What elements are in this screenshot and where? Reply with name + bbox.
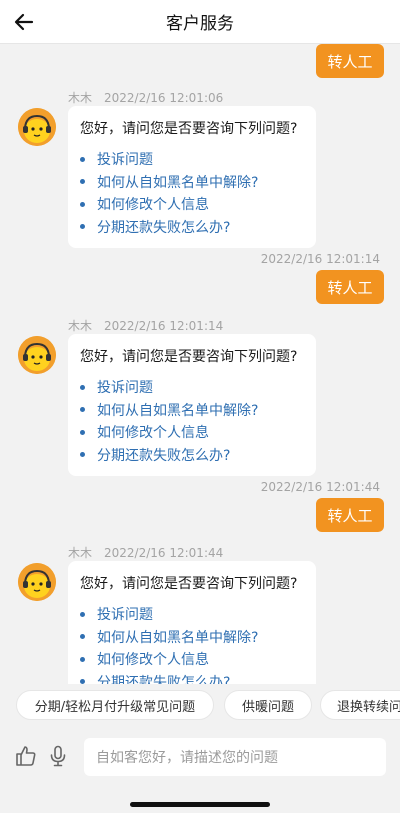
bot-name: 木木: [68, 319, 93, 333]
message-input[interactable]: 自如客您好，请描述您的问题: [84, 738, 386, 776]
faq-option-link[interactable]: 投诉问题: [80, 603, 304, 626]
message-meta: 木木 2022/2/16 12:01:44: [68, 544, 223, 561]
faq-option-label: 如何修改个人信息: [97, 197, 209, 214]
faq-option-label: 如何从自如黑名单中解除?: [97, 174, 259, 191]
message-timestamp: 2022/2/16 12:01:14: [104, 319, 224, 333]
bullet-dot: [80, 156, 85, 162]
faq-option-link[interactable]: 分期还款失败怎么办?: [80, 216, 304, 239]
user-message-timestamp: 2022/2/16 12:01:44: [260, 480, 380, 494]
bullet-dot: [80, 179, 85, 185]
faq-option-link[interactable]: 如何从自如黑名单中解除?: [80, 171, 304, 194]
bot-name: 木木: [68, 91, 93, 105]
faq-option-link[interactable]: 如何从自如黑名单中解除?: [80, 399, 304, 422]
message-meta: 木木 2022/2/16 12:01:14: [68, 317, 223, 334]
bullet-dot: [80, 201, 85, 207]
bot-name: 木木: [68, 546, 93, 560]
microphone-icon[interactable]: [46, 744, 70, 768]
bullet-dot: [80, 656, 85, 662]
bullet-dot: [80, 384, 85, 390]
transfer-to-agent-button[interactable]: 转人工: [316, 498, 384, 532]
bot-avatar: [18, 108, 56, 146]
faq-option-label: 投诉问题: [97, 152, 153, 169]
faq-option-label: 投诉问题: [97, 607, 153, 624]
faq-option-link[interactable]: 分期还款失败怎么办?: [80, 671, 304, 684]
bot-question: 您好，请问您是否要咨询下列问题?: [80, 349, 298, 365]
input-bar: 自如客您好，请描述您的问题: [0, 728, 400, 813]
faq-option-label: 投诉问题: [97, 380, 153, 397]
bot-message-bubble: 您好，请问您是否要咨询下列问题? 投诉问题 如何从自如黑名单中解除? 如何修改个…: [68, 561, 316, 684]
faq-option-link[interactable]: 如何从自如黑名单中解除?: [80, 626, 304, 649]
bullet-dot: [80, 452, 85, 458]
bullet-dot: [80, 224, 85, 230]
bot-avatar-icon: [18, 108, 56, 146]
bot-question: 您好，请问您是否要咨询下列问题?: [80, 576, 298, 592]
faq-option-label: 分期还款失败怎么办?: [97, 219, 231, 236]
bot-avatar-icon: [18, 336, 56, 374]
chat-area[interactable]: 转人工 木木 2022/2/16 12:01:06 您好，请问您是否要咨询下列问题…: [0, 44, 400, 684]
faq-option-link[interactable]: 投诉问题: [80, 376, 304, 399]
quick-chip[interactable]: 退换转续问: [320, 690, 400, 720]
bullet-dot: [80, 407, 85, 413]
header-bar: 客户服务: [0, 0, 400, 44]
bot-avatar: [18, 563, 56, 601]
bot-avatar-icon: [18, 563, 56, 601]
faq-option-link[interactable]: 如何修改个人信息: [80, 421, 304, 444]
faq-option-link[interactable]: 如何修改个人信息: [80, 193, 304, 216]
transfer-to-agent-button[interactable]: 转人工: [316, 44, 384, 78]
bullet-dot: [80, 429, 85, 435]
faq-option-link[interactable]: 分期还款失败怎么办?: [80, 444, 304, 467]
quick-chip[interactable]: 供暖问题: [224, 690, 312, 720]
faq-option-label: 如何修改个人信息: [97, 652, 209, 669]
faq-option-label: 如何从自如黑名单中解除?: [97, 402, 259, 419]
bot-avatar: [18, 336, 56, 374]
faq-option-label: 如何从自如黑名单中解除?: [97, 629, 259, 646]
faq-option-link[interactable]: 投诉问题: [80, 148, 304, 171]
bullet-dot: [80, 611, 85, 617]
bullet-dot: [80, 634, 85, 640]
faq-option-label: 如何修改个人信息: [97, 425, 209, 442]
faq-option-label: 分期还款失败怎么办?: [97, 447, 231, 464]
bot-message-bubble: 您好，请问您是否要咨询下列问题? 投诉问题 如何从自如黑名单中解除? 如何修改个…: [68, 106, 316, 248]
faq-option-link[interactable]: 如何修改个人信息: [80, 648, 304, 671]
bot-message-bubble: 您好，请问您是否要咨询下列问题? 投诉问题 如何从自如黑名单中解除? 如何修改个…: [68, 334, 316, 476]
faq-option-label: 分期还款失败怎么办?: [97, 674, 231, 684]
message-timestamp: 2022/2/16 12:01:06: [104, 91, 224, 105]
bot-question: 您好，请问您是否要咨询下列问题?: [80, 121, 298, 137]
user-message-timestamp: 2022/2/16 12:01:14: [260, 252, 380, 266]
page-title: 客户服务: [166, 14, 234, 34]
thumbs-up-icon[interactable]: [14, 744, 38, 768]
transfer-to-agent-button[interactable]: 转人工: [316, 270, 384, 304]
quick-question-chips: 分期/轻松月付升级常见问题 供暖问题 退换转续问: [0, 684, 400, 728]
home-indicator: [130, 802, 270, 807]
message-timestamp: 2022/2/16 12:01:44: [104, 546, 224, 560]
quick-chip[interactable]: 分期/轻松月付升级常见问题: [16, 690, 214, 720]
back-arrow-icon[interactable]: [12, 10, 36, 34]
message-meta: 木木 2022/2/16 12:01:06: [68, 89, 223, 106]
